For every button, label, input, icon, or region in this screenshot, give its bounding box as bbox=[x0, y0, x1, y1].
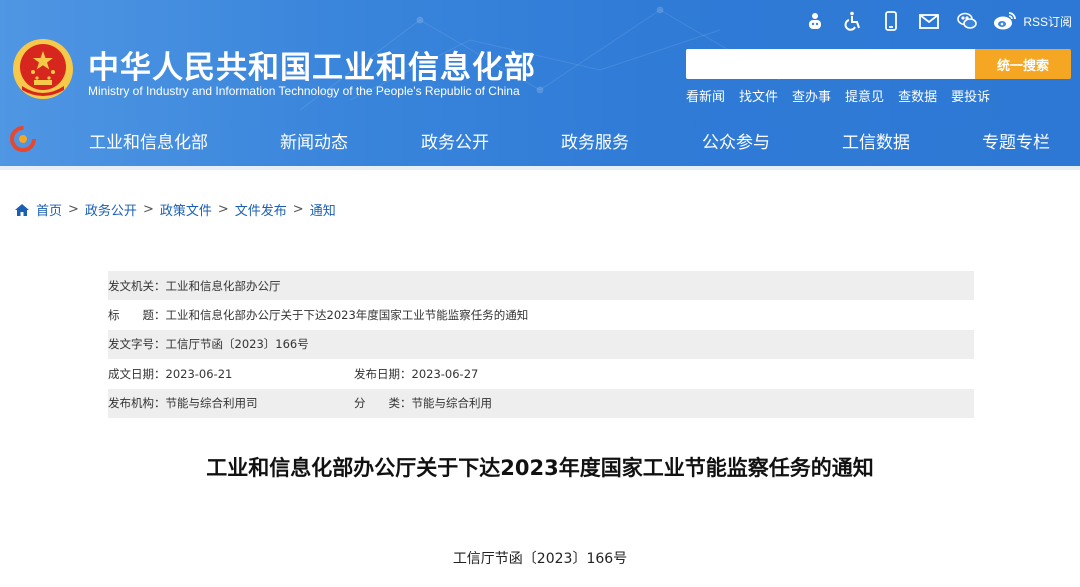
nav-item-data[interactable]: 工信数据 bbox=[842, 128, 910, 153]
rss-subscribe-link[interactable]: RSS订阅 bbox=[1023, 13, 1072, 30]
breadcrumb-separator: > bbox=[142, 202, 154, 217]
quick-link-feedback[interactable]: 提意见 bbox=[845, 86, 884, 105]
issuer-label: 发文机关： bbox=[108, 278, 166, 293]
miit-logo-icon[interactable] bbox=[10, 126, 36, 152]
breadcrumb-document-release[interactable]: 文件发布 bbox=[235, 200, 287, 219]
weibo-icon[interactable] bbox=[993, 9, 1017, 33]
header-divider bbox=[0, 166, 1080, 170]
mail-icon[interactable] bbox=[917, 9, 941, 33]
published-date-cell: 发布日期： 2023-06-27 bbox=[354, 366, 478, 382]
category-cell: 分 类： 节能与综合利用 bbox=[354, 395, 492, 411]
info-row-org-category: 发布机构： 节能与综合利用司 分 类： 节能与综合利用 bbox=[108, 388, 974, 418]
article-doc-number: 工信厅节函〔2023〕166号 bbox=[452, 551, 628, 567]
mobile-icon[interactable] bbox=[879, 9, 903, 33]
quick-link-documents[interactable]: 找文件 bbox=[739, 86, 778, 105]
article-title: 工业和信息化部办公厅关于下达2023年度国家工业节能监察任务的通知 bbox=[206, 456, 874, 480]
breadcrumb-separator: > bbox=[217, 202, 229, 217]
breadcrumb-policy-documents[interactable]: 政策文件 bbox=[160, 200, 212, 219]
top-utility-icons: RSS订阅 bbox=[803, 8, 1072, 34]
nav-item-news[interactable]: 新闻动态 bbox=[280, 128, 348, 153]
docno-value: 工信厅节函〔2023〕166号 bbox=[165, 337, 309, 352]
breadcrumb-separator: > bbox=[68, 202, 79, 217]
site-header: 中华人民共和国工业和信息化部 Ministry of Industry and … bbox=[0, 0, 1080, 170]
created-date-value: 2023-06-21 bbox=[165, 366, 233, 381]
breadcrumb-separator: > bbox=[292, 202, 304, 217]
title-value: 工业和信息化部办公厅关于下达2023年度国家工业节能监察任务的通知 bbox=[165, 308, 529, 323]
category-value: 节能与综合利用 bbox=[411, 396, 493, 411]
nav-item-ministry[interactable]: 工业和信息化部 bbox=[89, 128, 208, 153]
quick-link-news[interactable]: 看新闻 bbox=[686, 86, 725, 105]
site-title[interactable]: 中华人民共和国工业和信息化部 bbox=[88, 42, 536, 87]
info-row-docno: 发文字号： 工信厅节函〔2023〕166号 bbox=[108, 329, 974, 360]
org-value: 节能与综合利用司 bbox=[165, 396, 258, 411]
nav-item-government-affairs[interactable]: 政务公开 bbox=[421, 128, 489, 153]
breadcrumb-government-affairs[interactable]: 政务公开 bbox=[85, 200, 137, 219]
docno-label: 发文字号： bbox=[108, 337, 166, 352]
info-row-dates: 成文日期： 2023-06-21 发布日期： 2023-06-27 bbox=[108, 359, 974, 388]
nav-item-public-participation[interactable]: 公众参与 bbox=[702, 128, 770, 153]
robot-assistant-icon[interactable] bbox=[803, 9, 827, 33]
quick-link-data[interactable]: 查数据 bbox=[898, 86, 937, 105]
org-label: 发布机构： bbox=[108, 396, 166, 411]
category-label: 分 类： bbox=[354, 396, 412, 411]
org-cell: 发布机构： 节能与综合利用司 bbox=[108, 395, 354, 411]
quick-link-complaint[interactable]: 要投诉 bbox=[951, 86, 990, 105]
breadcrumb-notice[interactable]: 通知 bbox=[310, 200, 336, 219]
document-info-table: 发文机关： 工业和信息化部办公厅 标 题： 工业和信息化部办公厅关于下达2023… bbox=[108, 271, 974, 418]
created-date-label: 成文日期： bbox=[108, 366, 166, 381]
site-subtitle: Ministry of Industry and Information Tec… bbox=[88, 84, 520, 98]
wechat-icon[interactable] bbox=[955, 9, 979, 33]
created-date-cell: 成文日期： 2023-06-21 bbox=[108, 366, 354, 382]
home-icon[interactable] bbox=[14, 202, 30, 218]
quick-link-services[interactable]: 查办事 bbox=[792, 86, 831, 105]
nav-item-special-topics[interactable]: 专题专栏 bbox=[982, 128, 1050, 153]
published-date-value: 2023-06-27 bbox=[411, 366, 479, 381]
quick-links: 看新闻 找文件 查办事 提意见 查数据 要投诉 bbox=[686, 86, 990, 105]
main-navigation: 工业和信息化部 新闻动态 政务公开 政务服务 公众参与 工信数据 专题专栏 bbox=[0, 114, 1080, 166]
breadcrumb-home[interactable]: 首页 bbox=[36, 200, 62, 219]
accessibility-icon[interactable] bbox=[841, 9, 865, 33]
info-row-title: 标 题： 工业和信息化部办公厅关于下达2023年度国家工业节能监察任务的通知 bbox=[108, 300, 974, 329]
nav-item-government-services[interactable]: 政务服务 bbox=[561, 128, 629, 153]
breadcrumb: 首页 > 政务公开 > 政策文件 > 文件发布 > 通知 bbox=[14, 200, 336, 219]
search-button[interactable]: 统一搜索 bbox=[975, 49, 1071, 79]
published-date-label: 发布日期： bbox=[354, 366, 412, 381]
title-label: 标 题： bbox=[108, 308, 166, 323]
national-emblem-icon bbox=[13, 39, 73, 99]
info-row-issuer: 发文机关： 工业和信息化部办公厅 bbox=[108, 271, 974, 301]
search-input[interactable] bbox=[686, 49, 976, 79]
issuer-value: 工业和信息化部办公厅 bbox=[165, 278, 281, 293]
